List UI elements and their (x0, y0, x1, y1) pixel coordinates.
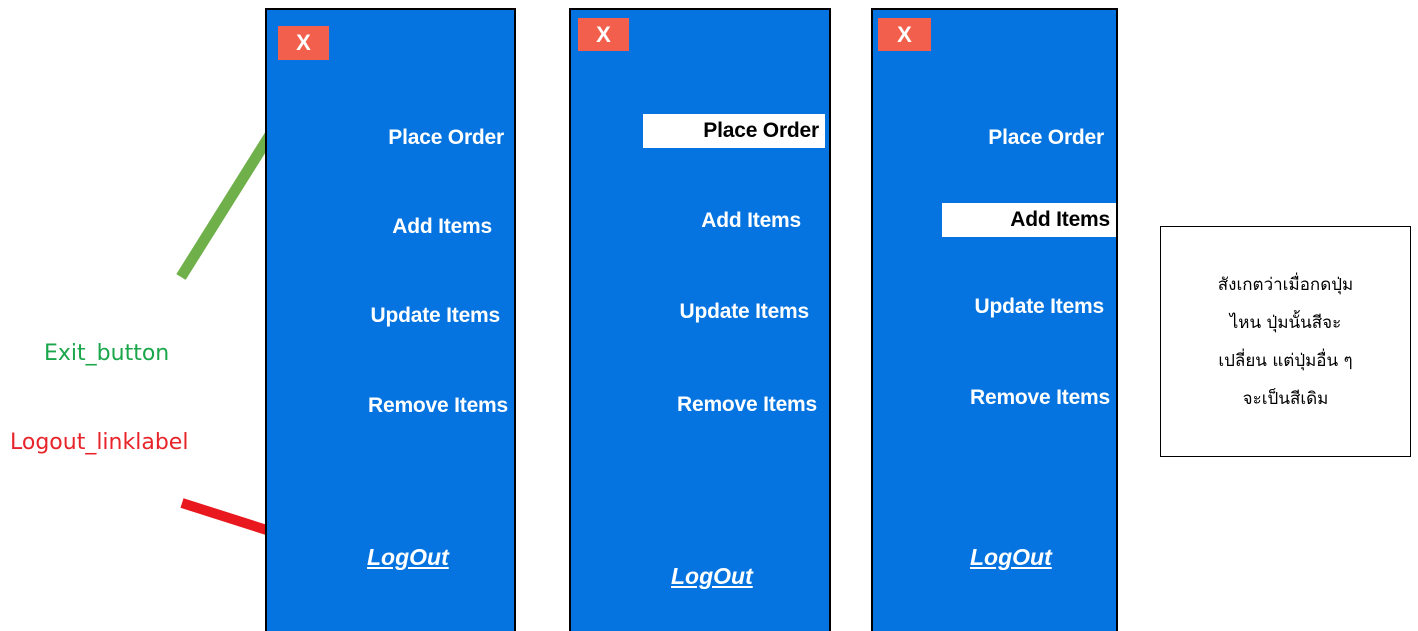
logout-link[interactable]: LogOut (671, 563, 753, 590)
remove-items-button[interactable]: Remove Items (368, 389, 514, 423)
add-items-button[interactable]: Add Items (942, 203, 1116, 237)
place-order-button[interactable]: Place Order (643, 114, 825, 148)
add-items-button[interactable]: Add Items (392, 210, 498, 244)
place-order-button[interactable]: Place Order (988, 121, 1110, 155)
place-order-button[interactable]: Place Order (388, 121, 510, 155)
sidebar-panel-place-order-selected: X Place Order Add Items Update Items Rem… (569, 8, 831, 631)
sidebar-panel-add-items-selected: X Place Order Add Items Update Items Rem… (871, 8, 1118, 631)
note-line: จะเป็นสีเดิม (1242, 388, 1329, 409)
remove-items-button[interactable]: Remove Items (677, 388, 823, 422)
exit-button[interactable]: X (578, 18, 629, 51)
exit-button[interactable]: X (278, 26, 329, 60)
note-line: เปลี่ยน แต่ปุ่มอื่น ๆ (1218, 350, 1353, 371)
exit-button[interactable]: X (878, 18, 931, 51)
update-items-button[interactable]: Update Items (680, 295, 815, 329)
logout-link[interactable]: LogOut (970, 544, 1052, 571)
note-line: สังเกตว่าเมื่อกดปุ่ม (1217, 274, 1354, 295)
explanation-note: สังเกตว่าเมื่อกดปุ่ม ไหน ปุ่มนั้นสีจะ เป… (1160, 226, 1411, 457)
remove-items-button[interactable]: Remove Items (970, 381, 1116, 415)
note-line: ไหน ปุ่มนั้นสีจะ (1229, 312, 1342, 333)
update-items-button[interactable]: Update Items (975, 290, 1110, 324)
add-items-button[interactable]: Add Items (701, 204, 807, 238)
logout-link[interactable]: LogOut (367, 544, 449, 571)
update-items-button[interactable]: Update Items (371, 299, 506, 333)
sidebar-panel-default: X Place Order Add Items Update Items Rem… (265, 8, 516, 631)
logout-linklabel-annotation: Logout_linklabel (10, 430, 189, 455)
exit-button-annotation: Exit_button (44, 341, 170, 366)
